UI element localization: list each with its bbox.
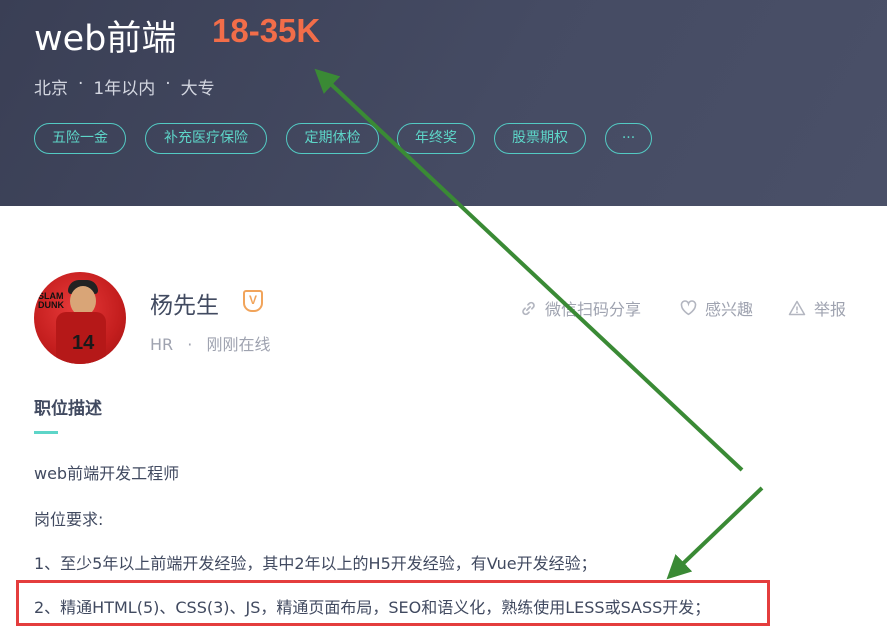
interest-button[interactable]: 感兴趣: [680, 296, 753, 320]
link-icon: [520, 300, 537, 317]
hr-status: 刚刚在线: [206, 335, 271, 354]
benefit-tag: 年终奖: [397, 123, 475, 154]
avatar: 14 SLAM DUNK: [34, 272, 126, 364]
hr-name: 杨先生: [150, 293, 219, 319]
hr-separator: ·: [187, 335, 193, 354]
benefit-tag: 股票期权: [494, 123, 586, 154]
benefit-tag: 定期体检: [286, 123, 379, 154]
job-experience: 1年以内: [93, 79, 156, 99]
salary: 18-35K: [212, 12, 321, 49]
job-city: 北京: [34, 79, 68, 99]
share-button[interactable]: 微信扫码分享: [520, 296, 641, 320]
hr-role: HR: [150, 335, 174, 354]
section-title: 职位描述: [34, 399, 102, 419]
heart-icon: [680, 300, 697, 316]
interest-label: 感兴趣: [705, 300, 754, 319]
verified-badge: V: [243, 290, 263, 312]
job-education: 大专: [180, 79, 215, 99]
job-meta: 北京 · 1年以内 · 大专: [34, 74, 215, 99]
description-line: 1、至少5年以上前端开发经验，其中2年以上的H5开发经验，有Vue开发经验；: [34, 554, 597, 573]
share-label: 微信扫码分享: [545, 300, 642, 319]
description-line: web前端开发工程师: [34, 464, 180, 483]
more-tags-button[interactable]: ···: [605, 123, 652, 154]
annotation-arrow-down: [666, 486, 764, 580]
highlight-box: [16, 580, 770, 626]
hr-meta: HR · 刚刚在线: [150, 331, 270, 355]
description-line: 岗位要求:: [34, 510, 104, 529]
benefit-tag: 补充医疗保险: [145, 123, 267, 154]
section-underline: [34, 431, 58, 434]
job-header: web前端 18-35K 北京 · 1年以内 · 大专 五险一金 补充医疗保险 …: [0, 0, 887, 206]
benefit-tag: 五险一金: [34, 123, 126, 154]
report-label: 举报: [814, 300, 847, 319]
meta-separator: ·: [165, 74, 171, 94]
meta-separator: ·: [78, 74, 84, 94]
job-title: web前端: [34, 19, 177, 59]
warning-icon: [788, 300, 806, 316]
report-button[interactable]: 举报: [788, 296, 846, 320]
